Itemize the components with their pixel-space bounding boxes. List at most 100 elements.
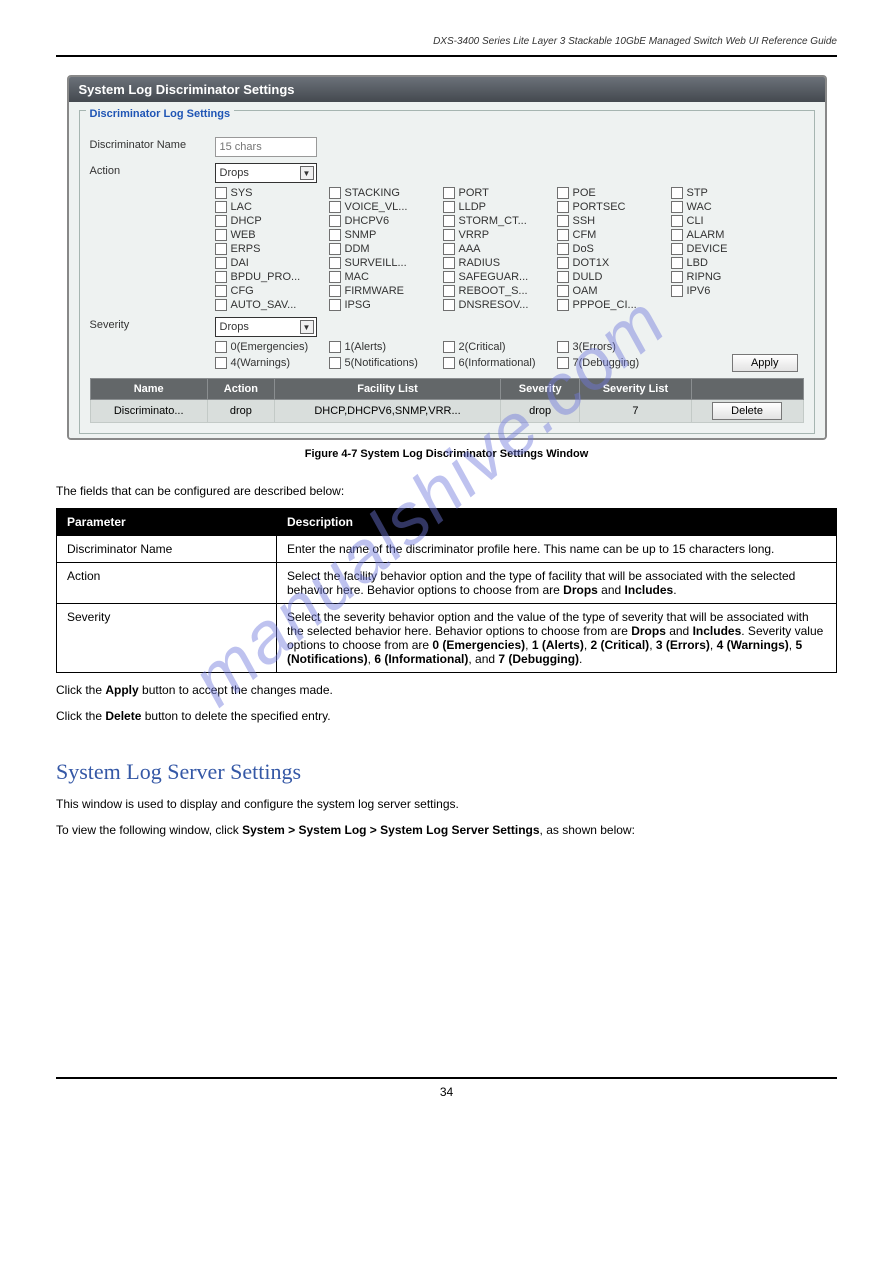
facility-checkbox[interactable]: ERPS [215, 243, 327, 255]
facility-checkbox[interactable]: DAI [215, 257, 327, 269]
checkbox-icon [329, 285, 341, 297]
facility-checkbox[interactable]: DOT1X [557, 257, 669, 269]
results-th: Facility List [274, 379, 500, 400]
facility-checkbox[interactable]: DULD [557, 271, 669, 283]
checkbox-icon [443, 285, 455, 297]
severity-label: 3(Errors) [573, 341, 616, 353]
facility-label: DOT1X [573, 257, 610, 269]
facility-checkbox[interactable]: CFG [215, 285, 327, 297]
facility-checkbox[interactable]: SNMP [329, 229, 441, 241]
checkbox-icon [671, 257, 683, 269]
facility-checkbox[interactable]: WEB [215, 229, 327, 241]
severity-select[interactable]: Drops ▼ [215, 317, 317, 337]
facility-checkbox[interactable]: POE [557, 187, 669, 199]
facility-checkbox[interactable]: SAFEGUAR... [443, 271, 555, 283]
checkbox-icon [557, 257, 569, 269]
desc-param: Discriminator Name [57, 536, 277, 563]
checkbox-icon [329, 257, 341, 269]
checkbox-icon [557, 271, 569, 283]
checkbox-icon [329, 357, 341, 369]
facility-checkbox[interactable]: SYS [215, 187, 327, 199]
facility-label: LAC [231, 201, 252, 213]
facility-checkbox[interactable]: STORM_CT... [443, 215, 555, 227]
checkbox-icon [671, 187, 683, 199]
checkbox-icon [329, 229, 341, 241]
facility-checkbox[interactable]: DoS [557, 243, 669, 255]
checkbox-icon [443, 229, 455, 241]
facility-checkbox[interactable]: VRRP [443, 229, 555, 241]
checkbox-icon [557, 341, 569, 353]
facility-checkbox[interactable]: PPPOE_CI... [557, 299, 669, 311]
facility-checkbox[interactable]: LLDP [443, 201, 555, 213]
facility-checkbox[interactable]: DNSRESOV... [443, 299, 555, 311]
facility-checkbox[interactable]: VOICE_VL... [329, 201, 441, 213]
severity-checkbox[interactable]: 2(Critical) [443, 341, 555, 353]
severity-checkbox[interactable]: 1(Alerts) [329, 341, 441, 353]
severity-checkbox[interactable]: 4(Warnings) [215, 357, 327, 369]
severity-checkbox[interactable]: 0(Emergencies) [215, 341, 327, 353]
checkbox-icon [215, 299, 227, 311]
checkbox-icon [443, 299, 455, 311]
discriminator-name-input[interactable] [215, 137, 317, 157]
facility-checkbox[interactable]: ALARM [671, 229, 783, 241]
checkbox-icon [329, 341, 341, 353]
facility-label: REBOOT_S... [459, 285, 528, 297]
results-th: Name [90, 379, 207, 400]
action-select-value: Drops [220, 167, 249, 179]
facility-checkbox[interactable]: DDM [329, 243, 441, 255]
figure-caption: Figure 4-7 System Log Discriminator Sett… [56, 448, 837, 460]
facility-checkbox[interactable]: OAM [557, 285, 669, 297]
facility-checkbox[interactable]: AAA [443, 243, 555, 255]
delete-button[interactable]: Delete [712, 402, 782, 420]
facility-label: SYS [231, 187, 253, 199]
facility-label: OAM [573, 285, 598, 297]
facility-checkbox[interactable]: DEVICE [671, 243, 783, 255]
facility-checkbox[interactable]: DHCPV6 [329, 215, 441, 227]
checkbox-icon [557, 201, 569, 213]
facility-label: RIPNG [687, 271, 722, 283]
checkbox-icon [557, 187, 569, 199]
facility-checkbox[interactable]: LBD [671, 257, 783, 269]
facility-checkbox[interactable]: SURVEILL... [329, 257, 441, 269]
facility-checkbox[interactable]: LAC [215, 201, 327, 213]
chevron-down-icon: ▼ [300, 166, 314, 180]
severity-checkbox[interactable]: 3(Errors) [557, 341, 669, 353]
results-td: drop [207, 400, 274, 423]
facility-label: BPDU_PRO... [231, 271, 301, 283]
facility-checkbox[interactable]: RIPNG [671, 271, 783, 283]
desc-th-description: Description [277, 509, 837, 536]
severity-checkbox[interactable]: 7(Debugging) [557, 357, 669, 369]
severity-checkbox[interactable]: 6(Informational) [443, 357, 555, 369]
apply-button[interactable]: Apply [732, 354, 798, 372]
facility-checkbox[interactable]: REBOOT_S... [443, 285, 555, 297]
facility-checkbox[interactable]: IPSG [329, 299, 441, 311]
facility-checkbox[interactable]: MAC [329, 271, 441, 283]
intro-paragraph: The fields that can be configured are de… [56, 484, 837, 498]
facility-checkbox[interactable]: SSH [557, 215, 669, 227]
results-th: Action [207, 379, 274, 400]
facility-checkbox[interactable]: CLI [671, 215, 783, 227]
facility-checkbox[interactable]: CFM [557, 229, 669, 241]
facility-checkbox[interactable]: BPDU_PRO... [215, 271, 327, 283]
facility-checkbox[interactable]: RADIUS [443, 257, 555, 269]
facility-checkbox[interactable]: PORT [443, 187, 555, 199]
facility-checkbox[interactable]: IPV6 [671, 285, 783, 297]
facility-checkbox[interactable]: WAC [671, 201, 783, 213]
action-select[interactable]: Drops ▼ [215, 163, 317, 183]
screenshot-window: System Log Discriminator Settings Discri… [67, 75, 827, 440]
chevron-down-icon: ▼ [300, 320, 314, 334]
facility-checkbox[interactable]: FIRMWARE [329, 285, 441, 297]
facility-checkbox[interactable]: STACKING [329, 187, 441, 199]
results-td: Discriminato... [90, 400, 207, 423]
facility-checkbox[interactable]: STP [671, 187, 783, 199]
facility-checkbox[interactable]: PORTSEC [557, 201, 669, 213]
header-breadcrumb: DXS-3400 Series Lite Layer 3 Stackable 1… [56, 36, 837, 47]
facility-label: DDM [345, 243, 370, 255]
severity-checkbox[interactable]: 5(Notifications) [329, 357, 441, 369]
checkbox-icon [329, 243, 341, 255]
facility-checkbox[interactable]: DHCP [215, 215, 327, 227]
facility-checkbox[interactable]: AUTO_SAV... [215, 299, 327, 311]
checkbox-icon [215, 243, 227, 255]
checkbox-icon [215, 201, 227, 213]
checkbox-icon [443, 271, 455, 283]
